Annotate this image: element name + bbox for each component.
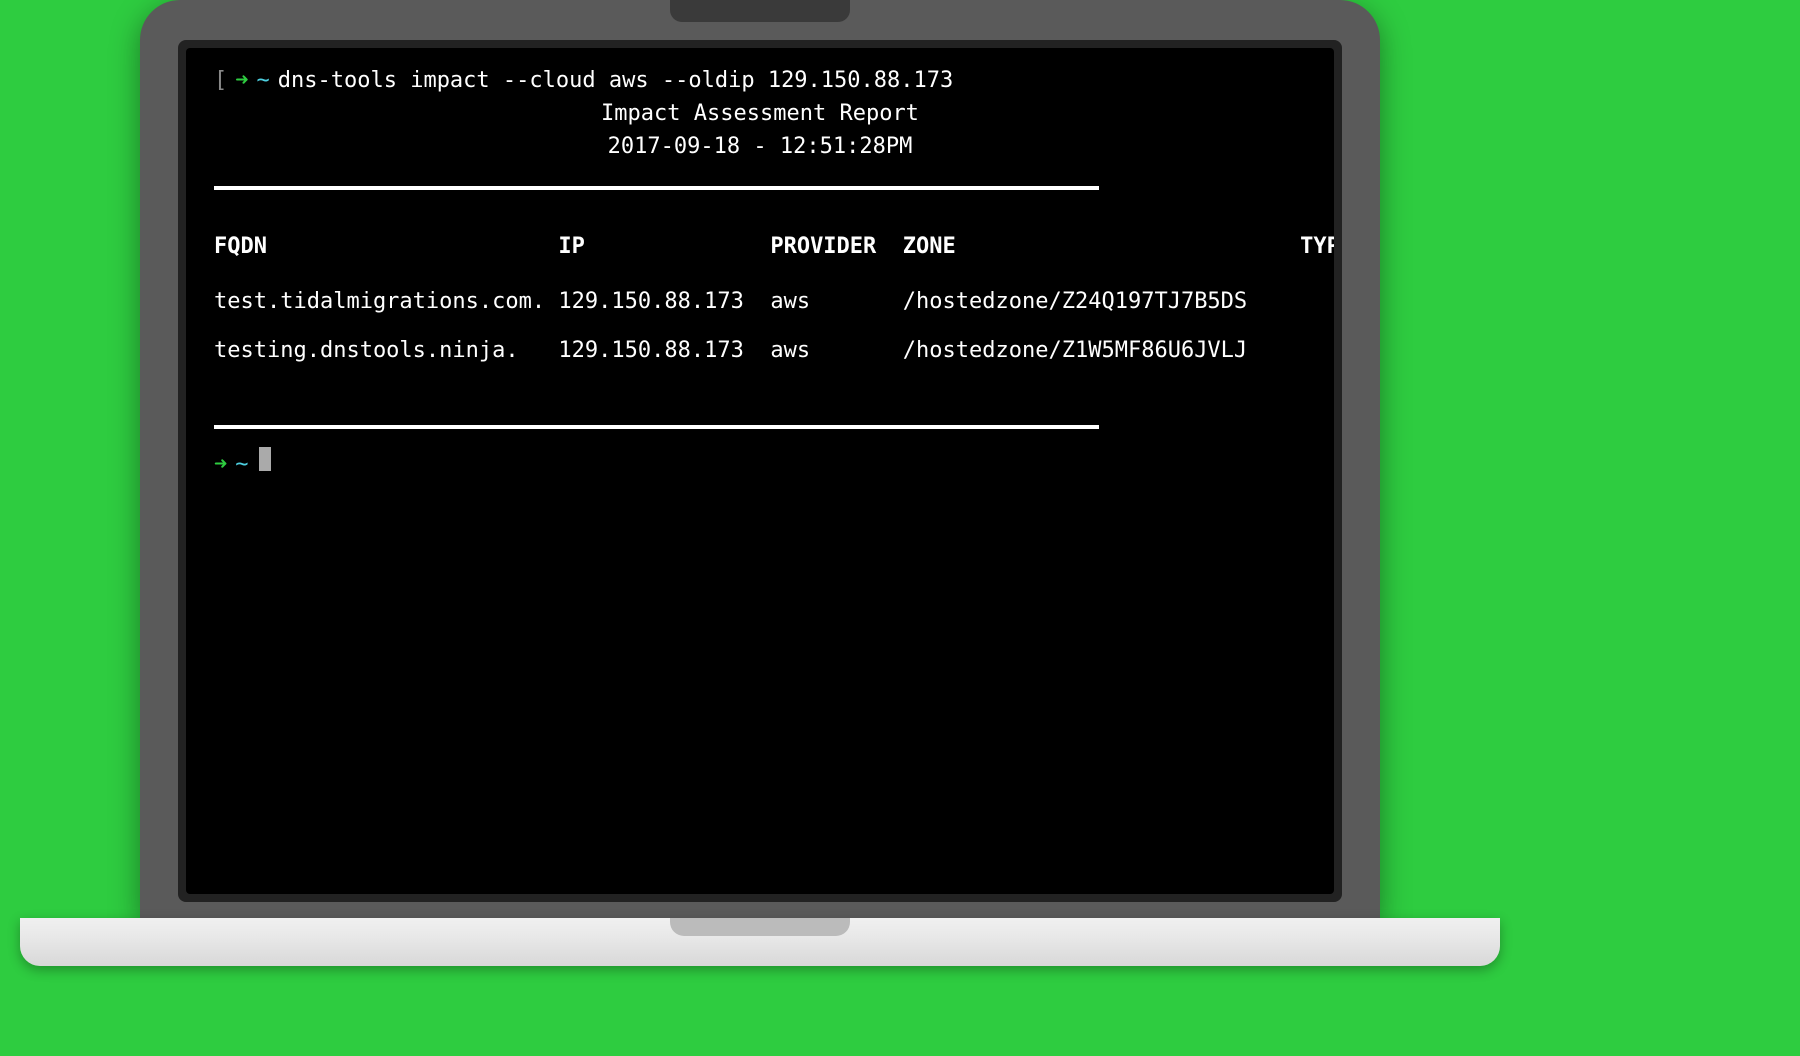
divider-bottom [214, 425, 1099, 429]
header-zone: ZONE [903, 234, 956, 259]
screen-bezel: [ ➜ ~ dns-tools impact --cloud aws --oldi… [178, 40, 1342, 902]
cell-provider: aws [770, 338, 810, 363]
table-row: testing.dnstools.ninja. 129.150.88.173 a… [214, 336, 1306, 367]
cell-provider: aws [770, 289, 810, 314]
report-timestamp: 2017-09-18 - 12:51:28PM [214, 132, 1306, 163]
prompt-tilde: ~ [235, 450, 248, 481]
header-provider: PROVIDER [770, 234, 876, 259]
command-text: dns-tools impact --cloud aws --oldip 129… [278, 66, 954, 97]
results-table: FQDN IP PROVIDER ZONE TYPE test.tidalmig… [214, 232, 1306, 366]
header-ip: IP [558, 234, 585, 259]
cell-zone: /hostedzone/Z1W5MF86U6JVLJ [903, 338, 1247, 363]
laptop-frame: [ ➜ ~ dns-tools impact --cloud aws --oldi… [140, 0, 1380, 920]
laptop-base [20, 918, 1500, 966]
header-type: TYPE [1300, 234, 1334, 259]
cell-ip: 129.150.88.173 [558, 289, 743, 314]
laptop-trackpad-notch [670, 918, 850, 936]
cell-fqdn: test.tidalmigrations.com. [214, 289, 545, 314]
cell-fqdn: testing.dnstools.ninja. [214, 338, 519, 363]
table-header-row: FQDN IP PROVIDER ZONE TYPE [214, 232, 1306, 263]
prompt-arrow-icon: ➜ [214, 450, 227, 481]
divider-top [214, 186, 1099, 190]
prompt-line-2: ➜ ~ [214, 447, 1306, 481]
terminal[interactable]: [ ➜ ~ dns-tools impact --cloud aws --oldi… [186, 48, 1334, 894]
cell-zone: /hostedzone/Z24Q197TJ7B5DS [903, 289, 1247, 314]
cursor-icon [259, 447, 271, 471]
prompt-tilde: ~ [257, 66, 270, 97]
report-title: Impact Assessment Report [214, 99, 1306, 130]
cell-ip: 129.150.88.173 [558, 338, 743, 363]
prompt-arrow-icon: ➜ [235, 66, 248, 97]
prompt-bracket-icon: [ [214, 66, 227, 97]
camera-notch [670, 0, 850, 22]
prompt-line-1: [ ➜ ~ dns-tools impact --cloud aws --oldi… [214, 66, 1306, 97]
table-row: test.tidalmigrations.com. 129.150.88.173… [214, 287, 1306, 318]
header-fqdn: FQDN [214, 234, 267, 259]
